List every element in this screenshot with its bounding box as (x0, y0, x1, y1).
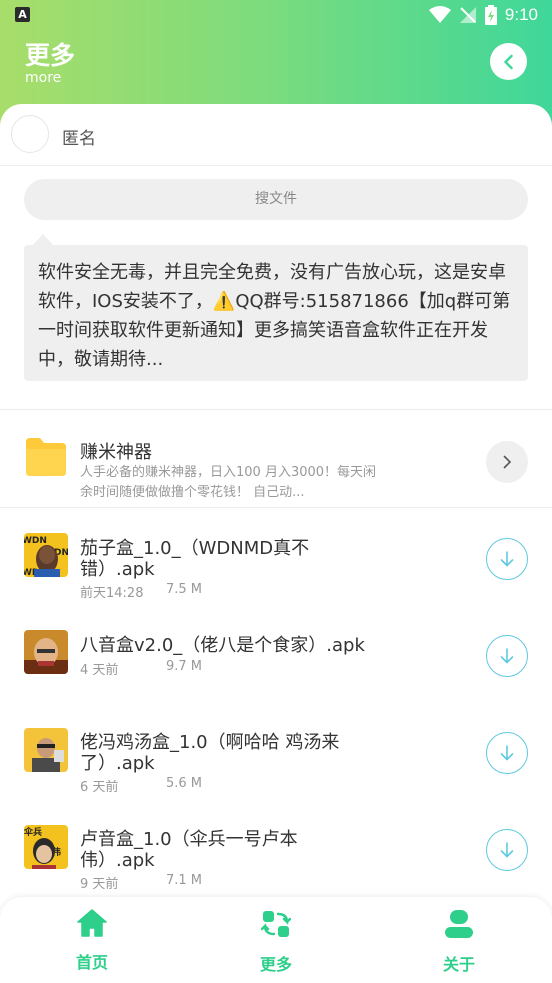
file-meta: 前天14:28 7.5 M (80, 582, 202, 601)
file-name: 茄子盒_1.0_（WDNMD真不错）.apk (80, 538, 310, 580)
file-row[interactable]: 佬冯鸡汤盒_1.0（啊哈哈 鸡汤来了）.apk 6 天前 5.6 M (0, 703, 552, 800)
file-thumbnail: WDNDNWD (24, 533, 68, 577)
file-meta: 9 天前 7.1 M (80, 873, 202, 892)
file-name: 佬冯鸡汤盒_1.0（啊哈哈 鸡汤来了）.apk (80, 732, 340, 774)
download-button[interactable] (486, 538, 528, 580)
svg-text:WDN: WDN (24, 536, 47, 546)
file-size: 9.7 M (166, 659, 203, 674)
download-icon (500, 648, 514, 664)
file-meta: 4 天前 9.7 M (80, 659, 202, 678)
folder-icon (26, 438, 66, 476)
folder-item[interactable]: 赚米神器 人手必备的赚米神器，日入100 月入3000！每天闲余时间随便做做撸个… (0, 410, 552, 508)
back-button[interactable] (490, 43, 527, 80)
nav-home[interactable]: 首页 (47, 909, 137, 973)
chevron-left-icon (503, 54, 513, 69)
nav-more[interactable]: 更多 (231, 909, 321, 975)
download-button[interactable] (486, 829, 528, 871)
file-thumbnail (24, 630, 68, 674)
file-thumbnail (24, 728, 68, 772)
download-button[interactable] (486, 732, 528, 774)
file-date: 6 天前 (80, 780, 119, 795)
user-row[interactable]: 匿名 (0, 104, 552, 166)
no-signal-icon (459, 7, 476, 23)
app-screen: A 9:10 更多 more 匿名 搜文件 软件安全无毒，并且完全免费，没有广告… (0, 0, 552, 983)
file-name: 卢音盒_1.0（伞兵一号卢本伟）.apk (80, 829, 298, 871)
download-icon (500, 842, 514, 858)
file-row[interactable]: 伞兵伟 卢音盒_1.0（伞兵一号卢本伟）.apk 9 天前 7.1 M (0, 800, 552, 897)
download-button[interactable] (486, 635, 528, 677)
app-notification-icon: A (15, 7, 30, 22)
page-subtitle: more (25, 70, 62, 86)
battery-icon (484, 5, 497, 25)
file-date: 9 天前 (80, 877, 119, 892)
notice-text: 软件安全无毒，并且完全免费，没有广告放心玩，这是安卓软件，IOS安装不了，⚠️Q… (24, 245, 528, 381)
file-name: 八音盒v2.0_（佬八是个食家）.apk (80, 635, 365, 656)
content-card: 匿名 搜文件 软件安全无毒，并且完全免费，没有广告放心玩，这是安卓软件，IOS安… (0, 104, 552, 983)
folder-title: 赚米神器 (80, 442, 152, 463)
file-row[interactable]: 八音盒v2.0_（佬八是个食家）.apk 4 天前 9.7 M (0, 606, 552, 703)
page-title: 更多 (25, 41, 76, 70)
file-size: 7.5 M (166, 582, 203, 597)
svg-text:伞兵: 伞兵 (24, 826, 42, 838)
file-row[interactable]: WDNDNWD 茄子盒_1.0_（WDNMD真不错）.apk 前天14:28 7… (0, 509, 552, 606)
wifi-icon (428, 6, 451, 23)
download-icon (500, 745, 514, 761)
download-icon (500, 551, 514, 567)
file-size: 5.6 M (166, 776, 203, 791)
file-meta: 6 天前 5.6 M (80, 776, 202, 795)
status-bar: A 9:10 (0, 0, 552, 30)
nav-about[interactable]: 关于 (414, 909, 504, 975)
status-icons: 9:10 (428, 4, 538, 26)
folder-description: 人手必备的赚米神器，日入100 月入3000！每天闲余时间随便做做撸个零花钱！ … (80, 465, 377, 500)
home-icon (77, 909, 107, 937)
nav-more-label: 更多 (259, 955, 292, 974)
user-name: 匿名 (62, 129, 96, 149)
status-time: 9:10 (504, 5, 538, 24)
file-date: 前天14:28 (80, 586, 144, 601)
open-folder-button[interactable] (486, 441, 528, 483)
nav-home-label: 首页 (75, 953, 108, 972)
exchange-icon (260, 911, 292, 937)
chevron-right-icon (503, 455, 512, 469)
file-date: 4 天前 (80, 663, 119, 678)
bottom-nav: 首页 更多 关于 (0, 897, 552, 983)
avatar[interactable] (11, 115, 49, 153)
file-thumbnail: 伞兵伟 (24, 825, 68, 869)
nav-about-label: 关于 (442, 955, 475, 974)
search-input[interactable]: 搜文件 (24, 179, 528, 220)
file-size: 7.1 M (166, 873, 203, 888)
user-icon (445, 910, 473, 938)
